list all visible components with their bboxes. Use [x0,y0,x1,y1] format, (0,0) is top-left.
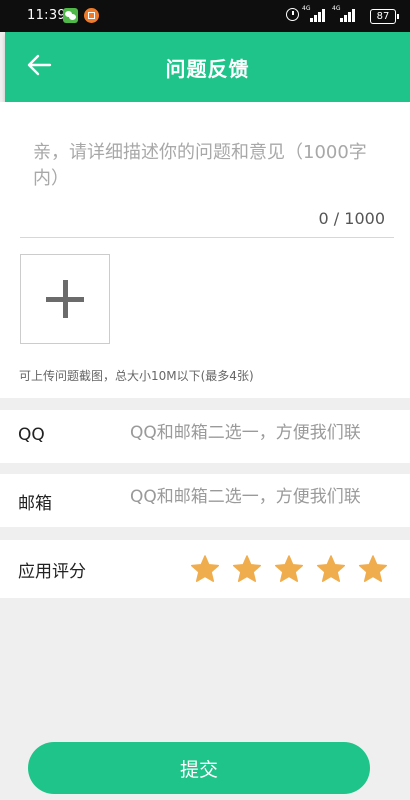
status-bar: 11:39 4G 4G 87 [0,0,410,32]
app-notification-icon [84,8,99,23]
signal-icon: 4G [332,5,358,22]
divider [20,237,394,238]
qq-input[interactable] [130,423,400,443]
qq-row: QQ [0,410,410,463]
email-input[interactable] [130,487,400,507]
alarm-icon [286,8,299,21]
star-icon[interactable] [190,554,220,584]
char-counter: 0 / 1000 [318,209,385,228]
submit-button[interactable]: 提交 [28,742,370,794]
email-row: 邮箱 [0,474,410,527]
star-icon[interactable] [274,554,304,584]
qq-label: QQ [18,425,45,445]
upload-image-button[interactable] [20,254,110,344]
page-title: 问题反馈 [165,57,250,81]
signal-icon: 4G [302,5,328,22]
network-label: 4G [332,5,341,12]
network-label: 4G [302,5,311,12]
status-icons: 4G 4G 87 [286,5,399,24]
rating-label: 应用评分 [18,562,86,582]
battery-icon: 87 [370,9,399,24]
email-label: 邮箱 [18,494,52,514]
feedback-textarea[interactable]: 亲，请详细描述你的问题和意见（1000字内） [33,140,393,192]
star-icon[interactable] [232,554,262,584]
upload-hint: 可上传问题截图，总大小10M以下(最多4张) [19,369,254,383]
star-icon[interactable] [358,554,388,584]
app-header: 问题反馈 [5,32,410,102]
wechat-icon [63,8,78,23]
feedback-section: 亲，请详细描述你的问题和意见（1000字内） 0 / 1000 可上传问题截图，… [0,102,410,398]
star-icon[interactable] [316,554,346,584]
status-time: 11:39 [27,8,66,23]
rating-row: 应用评分 [0,540,410,598]
